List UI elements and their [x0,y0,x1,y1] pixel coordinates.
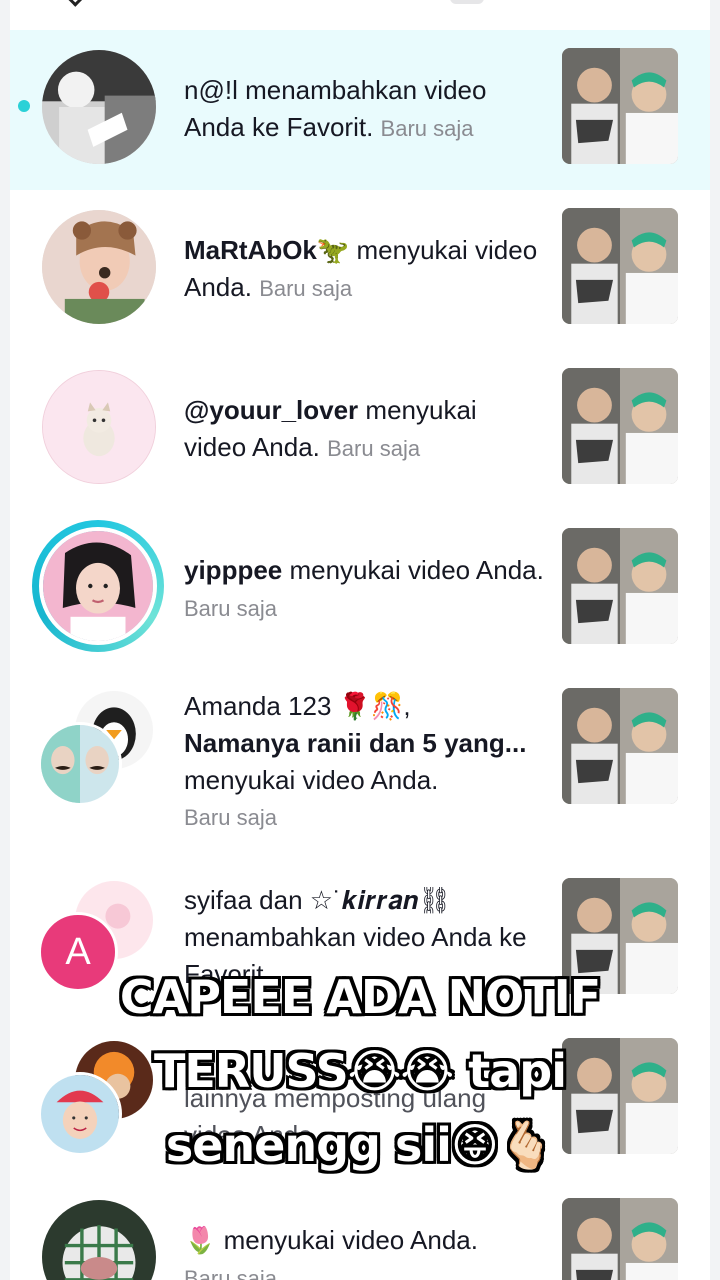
username[interactable]: Amanda 123 🌹🎊, [184,688,544,725]
timestamp: Baru saja [184,1266,277,1280]
timestamp: Baru saja [184,596,277,621]
username[interactable]: Namanya ranii dan 5 yang... [184,725,544,762]
notification-row[interactable]: MaRtAbOk🦖 menyukai video Anda. Baru saja [10,190,710,350]
video-thumbnail[interactable] [562,48,678,164]
timestamp: Baru saja [184,805,277,830]
video-thumbnail[interactable] [562,368,678,484]
avatar[interactable] [42,50,156,164]
notification-text: yipppee menyukai video Anda. Baru saja [184,552,544,627]
username[interactable]: @youur_lover [184,395,358,425]
top-indicator [450,0,484,4]
notification-text: @youur_lover menyukai video Anda. Baru s… [184,392,544,467]
avatar[interactable] [42,210,156,324]
notification-action: menyukai video Anda. [282,555,544,585]
caption-line: CAPEEE ADA NOTIF [119,970,601,1024]
username[interactable]: 🌷 [184,1225,216,1255]
video-thumbnail[interactable] [562,208,678,324]
overlay-caption: CAPEEE ADA NOTIF TERUSS😭😭 tapi senengg s… [0,960,720,1182]
notification-action: menyukai video Anda. [184,765,439,795]
username[interactable]: MaRtAbOk🦖 [184,235,349,265]
caption-line: TERUSS😭😭 tapi [153,1044,567,1098]
username[interactable]: syifaa dan ☆˙𝒌𝒊𝒓𝒓𝒂𝒏⛓ [184,882,544,919]
notification-row[interactable]: @youur_lover menyukai video Anda. Baru s… [10,350,710,510]
timestamp: Baru saja [327,436,421,461]
timestamp: Baru saja [259,276,353,301]
timestamp: Baru saja [380,116,474,141]
notification-action: menyukai video Anda. [216,1225,478,1255]
notification-row[interactable]: n@!l menambahkan video Anda ke Favorit. … [10,30,710,190]
notification-row[interactable]: yipppee menyukai video Anda. Baru saja [10,510,710,670]
avatar[interactable] [42,370,156,484]
notification-text: MaRtAbOk🦖 menyukai video Anda. Baru saja [184,232,544,307]
avatar[interactable] [42,1200,156,1280]
notification-text: n@!l menambahkan video Anda ke Favorit. … [184,72,544,147]
username[interactable]: yipppee [184,555,282,585]
back-chevron-icon[interactable] [68,0,84,7]
unread-dot-icon [18,100,30,112]
video-thumbnail[interactable] [562,1198,678,1280]
screen: n@!l menambahkan video Anda ke Favorit. … [0,0,720,1280]
notification-text: 🌷 menyukai video Anda. Baru saja [184,1222,544,1280]
video-thumbnail[interactable] [562,528,678,644]
notification-text: Amanda 123 🌹🎊, Namanya ranii dan 5 yang.… [184,688,544,836]
caption-line: senengg sii😝🫰🏻 [165,1118,555,1172]
notification-row[interactable]: Amanda 123 🌹🎊, Namanya ranii dan 5 yang.… [10,670,710,850]
avatar[interactable] [38,722,122,806]
notification-row[interactable]: 🌷 menyukai video Anda. Baru saja [10,1180,710,1280]
video-thumbnail[interactable] [562,688,678,804]
avatar-story-ring[interactable] [32,520,164,652]
username[interactable]: n@!l [184,75,238,105]
